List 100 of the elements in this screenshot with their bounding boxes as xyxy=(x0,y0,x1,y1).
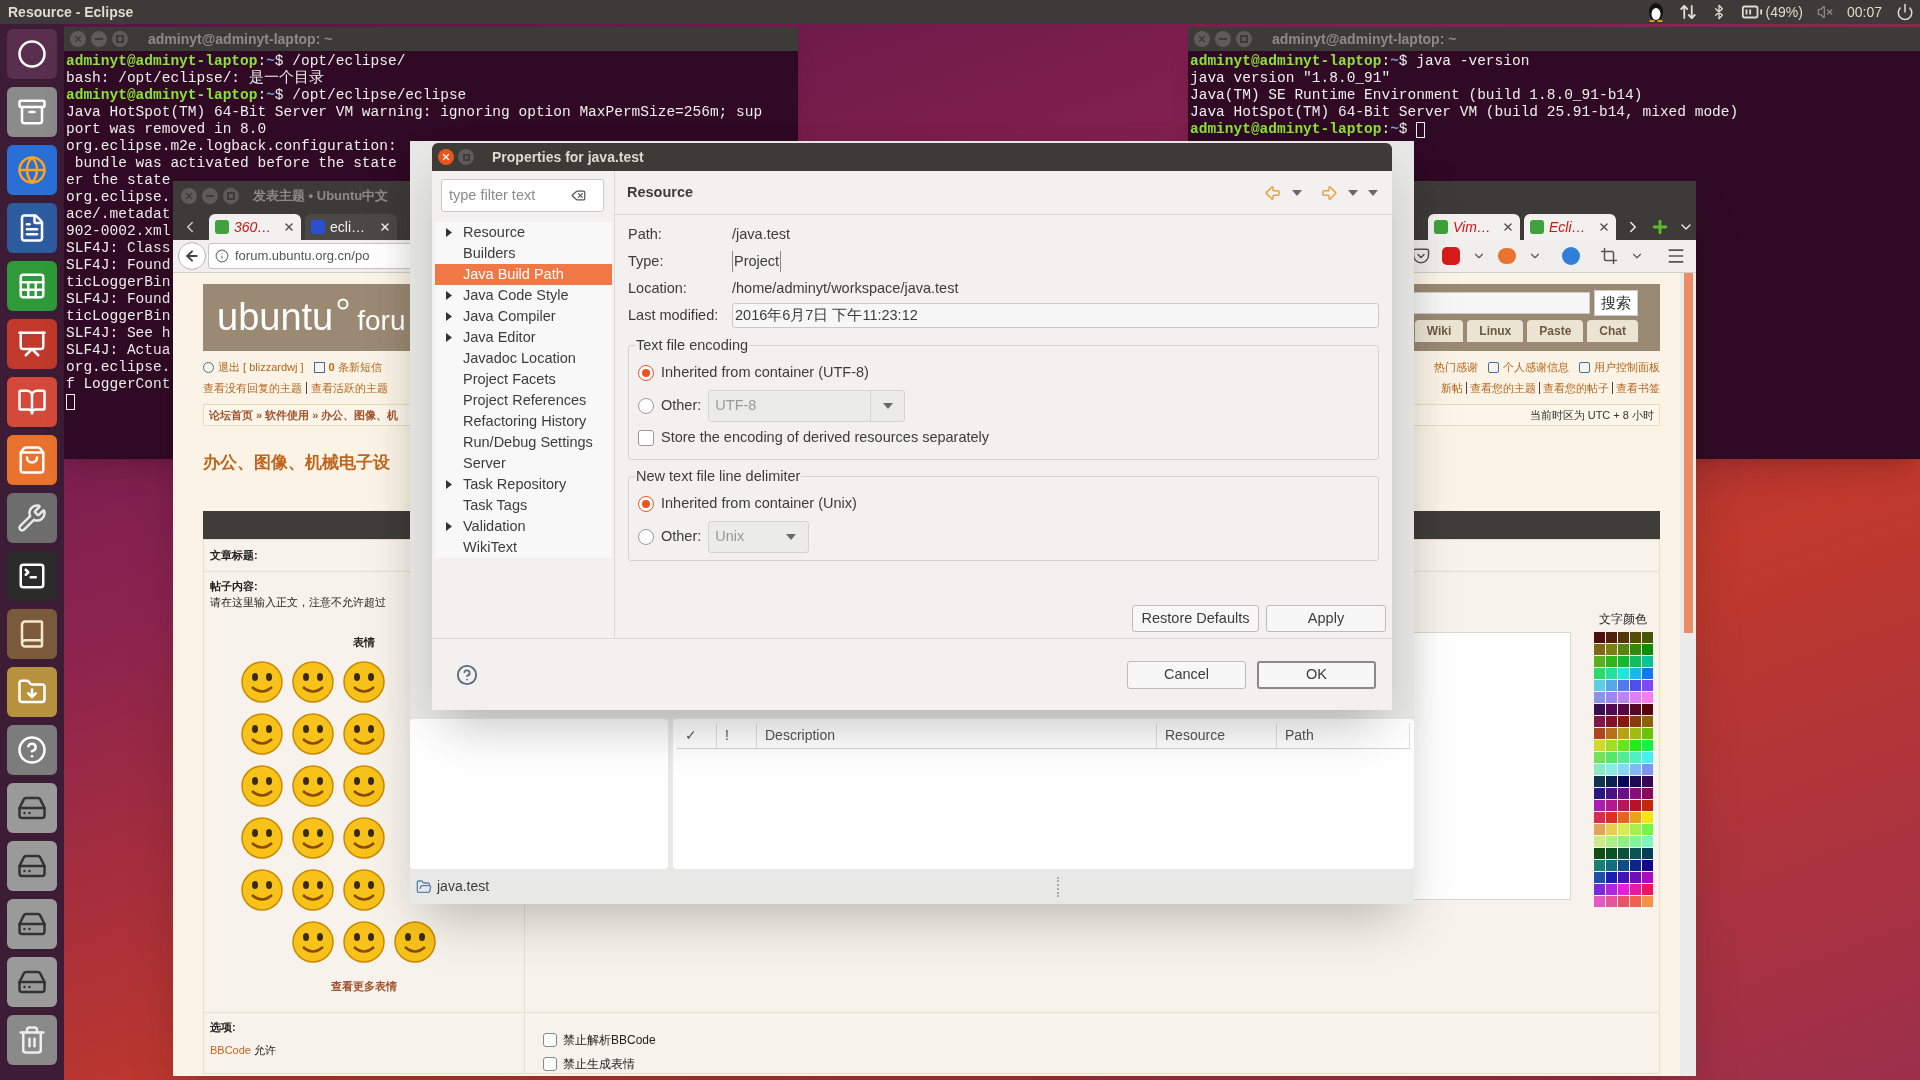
site-nav-tab[interactable]: Paste xyxy=(1527,320,1584,342)
dialog-button[interactable]: Cancel xyxy=(1127,660,1246,689)
forum-heading: 办公、图像、机械电子设 xyxy=(203,452,390,472)
dialog-button[interactable]: Restore Defaults xyxy=(1132,605,1259,632)
option-label[interactable]: Inherited from container (Unix) xyxy=(661,493,857,515)
window-title: adminyt@adminyt-laptop: ~ xyxy=(148,29,333,49)
field-label: Path: xyxy=(628,224,663,244)
group-title: Text file encoding xyxy=(635,336,750,355)
forum-link[interactable]: 查看没有回复的主题 xyxy=(203,379,302,396)
tree-item[interactable]: Java Compiler xyxy=(435,306,612,327)
messages-link[interactable]: 0 条新短信 xyxy=(328,359,382,376)
prompt-line: adminyt@adminyt-laptop:~$ java -version xyxy=(1190,53,1530,70)
column-header[interactable]: ✓ xyxy=(677,723,717,748)
forum-link[interactable]: 查看活跃的主题 xyxy=(311,379,388,396)
prompt-line: adminyt@adminyt-laptop:~$ /opt/eclipse/ xyxy=(66,53,406,70)
tree-item[interactable]: Javadoc Location xyxy=(435,348,612,369)
tab-title: Ecli… xyxy=(1549,217,1587,237)
column-header[interactable]: Resource xyxy=(1157,723,1277,748)
clock[interactable]: 00:07 xyxy=(1846,1,1882,23)
option-label[interactable]: Inherited from container (UTF-8) xyxy=(661,362,869,385)
tree-item[interactable]: Task Repository xyxy=(435,474,612,495)
output-line: port was removed in 8.0 xyxy=(66,121,267,138)
output-line: org.eclipse. xyxy=(66,189,171,206)
output-line: bundle was activated before the state xyxy=(73,155,397,172)
tree-item[interactable]: Project References xyxy=(435,390,612,411)
field-label: 帖子内容: xyxy=(210,579,258,594)
site-nav-tab[interactable]: Linux xyxy=(1467,320,1524,342)
group-title: New text file line delimiter xyxy=(635,466,802,486)
tree-item[interactable]: Server xyxy=(435,453,612,474)
output-line: SLF4J: Found xyxy=(66,291,171,308)
output-line: SLF4J: Actua xyxy=(66,342,171,359)
forum-link[interactable]: 用户控制面板 xyxy=(1594,359,1660,376)
field-label: Location: xyxy=(628,278,688,298)
forum-link[interactable]: 新帖 xyxy=(1441,379,1463,396)
more-emoticons-link[interactable]: 查看更多表情 xyxy=(331,978,397,994)
column-header[interactable]: ! xyxy=(717,723,757,748)
output-line: ticLoggerBin xyxy=(66,274,171,291)
browser-tab[interactable]: 360… xyxy=(209,214,301,240)
option-label[interactable]: Other: xyxy=(661,395,702,418)
color-label: 文字颜色 xyxy=(1599,611,1647,626)
bbcode-status: BBCode 允许 xyxy=(210,1042,277,1058)
browser-tab[interactable]: Ecli… xyxy=(1524,214,1616,240)
search-button[interactable]: 搜索 xyxy=(1594,290,1638,316)
forum-link[interactable]: 查看书签 xyxy=(1616,379,1660,396)
checkbox-label: 禁止生成表情 xyxy=(563,1056,635,1073)
tree-item[interactable]: Run/Debug Settings xyxy=(435,432,612,453)
tree-item[interactable]: Project Facets xyxy=(435,369,612,390)
forum-link[interactable]: 热门感谢 xyxy=(1434,359,1478,376)
column-header[interactable]: Path xyxy=(1277,723,1410,748)
tree-item[interactable]: Resource xyxy=(435,222,612,243)
field-label: Last modified: xyxy=(628,305,720,325)
tree-item[interactable]: Refactoring History xyxy=(435,411,612,432)
output-line: SLF4J: See h xyxy=(66,325,171,342)
field-value: Project xyxy=(732,250,782,273)
dialog-title: Properties for java.test xyxy=(492,147,644,167)
checkbox-label: 禁止解析BBCode xyxy=(563,1032,656,1049)
window-title: 发表主题 • Ubuntu中文 xyxy=(253,186,389,205)
site-nav-tab[interactable]: Chat xyxy=(1587,320,1638,342)
window-title: Resource - Eclipse xyxy=(8,2,134,22)
browser-tab[interactable]: Vim… xyxy=(1428,214,1520,240)
forum-link[interactable]: 个人感谢信息 xyxy=(1503,359,1569,376)
tab-title: Vim… xyxy=(1453,217,1492,237)
output-line: 902-0002.xml xyxy=(66,223,171,240)
column-header[interactable]: Description xyxy=(757,723,1157,748)
site-logo-suffix: foru xyxy=(357,303,406,338)
logout-link[interactable]: 退出 [ blizzardwj ] xyxy=(218,359,304,376)
tree-item[interactable]: Java Code Style xyxy=(435,285,612,306)
output-line: f LoggerCont xyxy=(66,376,171,393)
forum-link[interactable]: 查看您的帖子 xyxy=(1543,379,1609,396)
output-line: SLF4J: Class xyxy=(66,240,171,257)
breadcrumb-trail[interactable]: 论坛首页 » 软件使用 » 办公、图像、机 xyxy=(209,406,399,424)
output-line: org.eclipse. xyxy=(66,359,171,376)
checkbox-label[interactable]: Store the encoding of derived resources separately xyxy=(661,426,990,449)
field-label: 文章标题: xyxy=(210,548,258,564)
battery-percentage: (49%) xyxy=(1765,2,1803,22)
text-field[interactable]: 2016年6月7日 下午11:23:12 xyxy=(732,303,1379,328)
option-label[interactable]: Other: xyxy=(661,526,702,548)
forum-link[interactable]: 查看您的主题 xyxy=(1470,379,1536,396)
field-label: Type: xyxy=(628,251,665,271)
output-line: Java HotSpot(TM) 64-Bit Server VM warning: ignoring option MaxPermSize=256m; sup xyxy=(66,104,763,121)
dialog-button[interactable]: Apply xyxy=(1266,605,1386,632)
output-line: bash: /opt/eclipse/: 是一个目录 xyxy=(66,70,324,87)
filter-field[interactable]: type filter text xyxy=(441,179,604,212)
site-logo: ubuntu xyxy=(217,295,334,340)
output-line: SLF4J: Found xyxy=(66,257,171,274)
output-line: ticLoggerBin xyxy=(66,308,171,325)
tree-item[interactable]: Task Tags xyxy=(435,495,612,516)
tree-item[interactable]: WikiText xyxy=(435,537,612,558)
tree-item[interactable]: Java Editor xyxy=(435,327,612,348)
prompt-line: adminyt@adminyt-laptop:~$ xyxy=(1190,121,1409,138)
filter-input[interactable]: type filter text xyxy=(449,184,567,207)
site-nav-tab[interactable]: Wiki xyxy=(1414,320,1464,342)
status-text: java.test xyxy=(437,877,491,896)
page-title: Resource xyxy=(627,182,694,202)
output-line: org.eclipse.m2e.logback.configuration: xyxy=(66,138,397,155)
dialog-button[interactable]: OK xyxy=(1257,660,1376,689)
output-line: Java(TM) SE Runtime Environment (build 1.8.0_91-b14) xyxy=(1190,87,1643,104)
tree-item[interactable]: Validation xyxy=(435,516,612,537)
bbcode-link[interactable]: BBCode xyxy=(210,1043,251,1056)
output-line: java version "1.8.0_91" xyxy=(1190,70,1391,87)
